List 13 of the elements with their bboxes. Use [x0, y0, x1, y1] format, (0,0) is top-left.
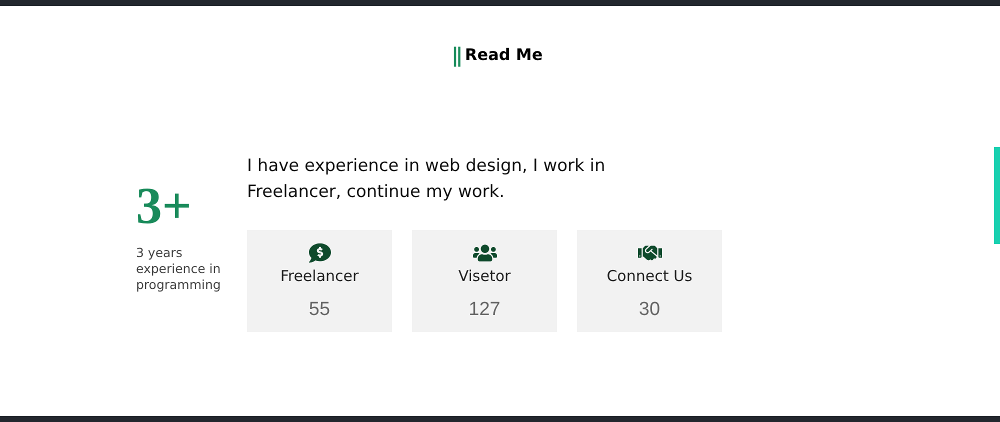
stat-label: Connect Us [606, 266, 692, 286]
experience-caption: 3 years experience in programming [136, 245, 222, 293]
stat-label: Visetor [458, 266, 511, 286]
experience-value: 3+ [136, 183, 193, 231]
stat-count: 55 [308, 298, 330, 322]
heading-marker: || [451, 45, 460, 65]
stat-count: 127 [468, 298, 500, 322]
stat-label: Freelancer [280, 266, 359, 286]
stat-count: 30 [638, 298, 660, 322]
people-icon [472, 242, 496, 264]
section-title: Read Me [464, 47, 543, 63]
intro-text: I have experience in web design, I work in Freelancer, continue my work. [247, 155, 606, 204]
money-chat-icon [308, 242, 332, 264]
